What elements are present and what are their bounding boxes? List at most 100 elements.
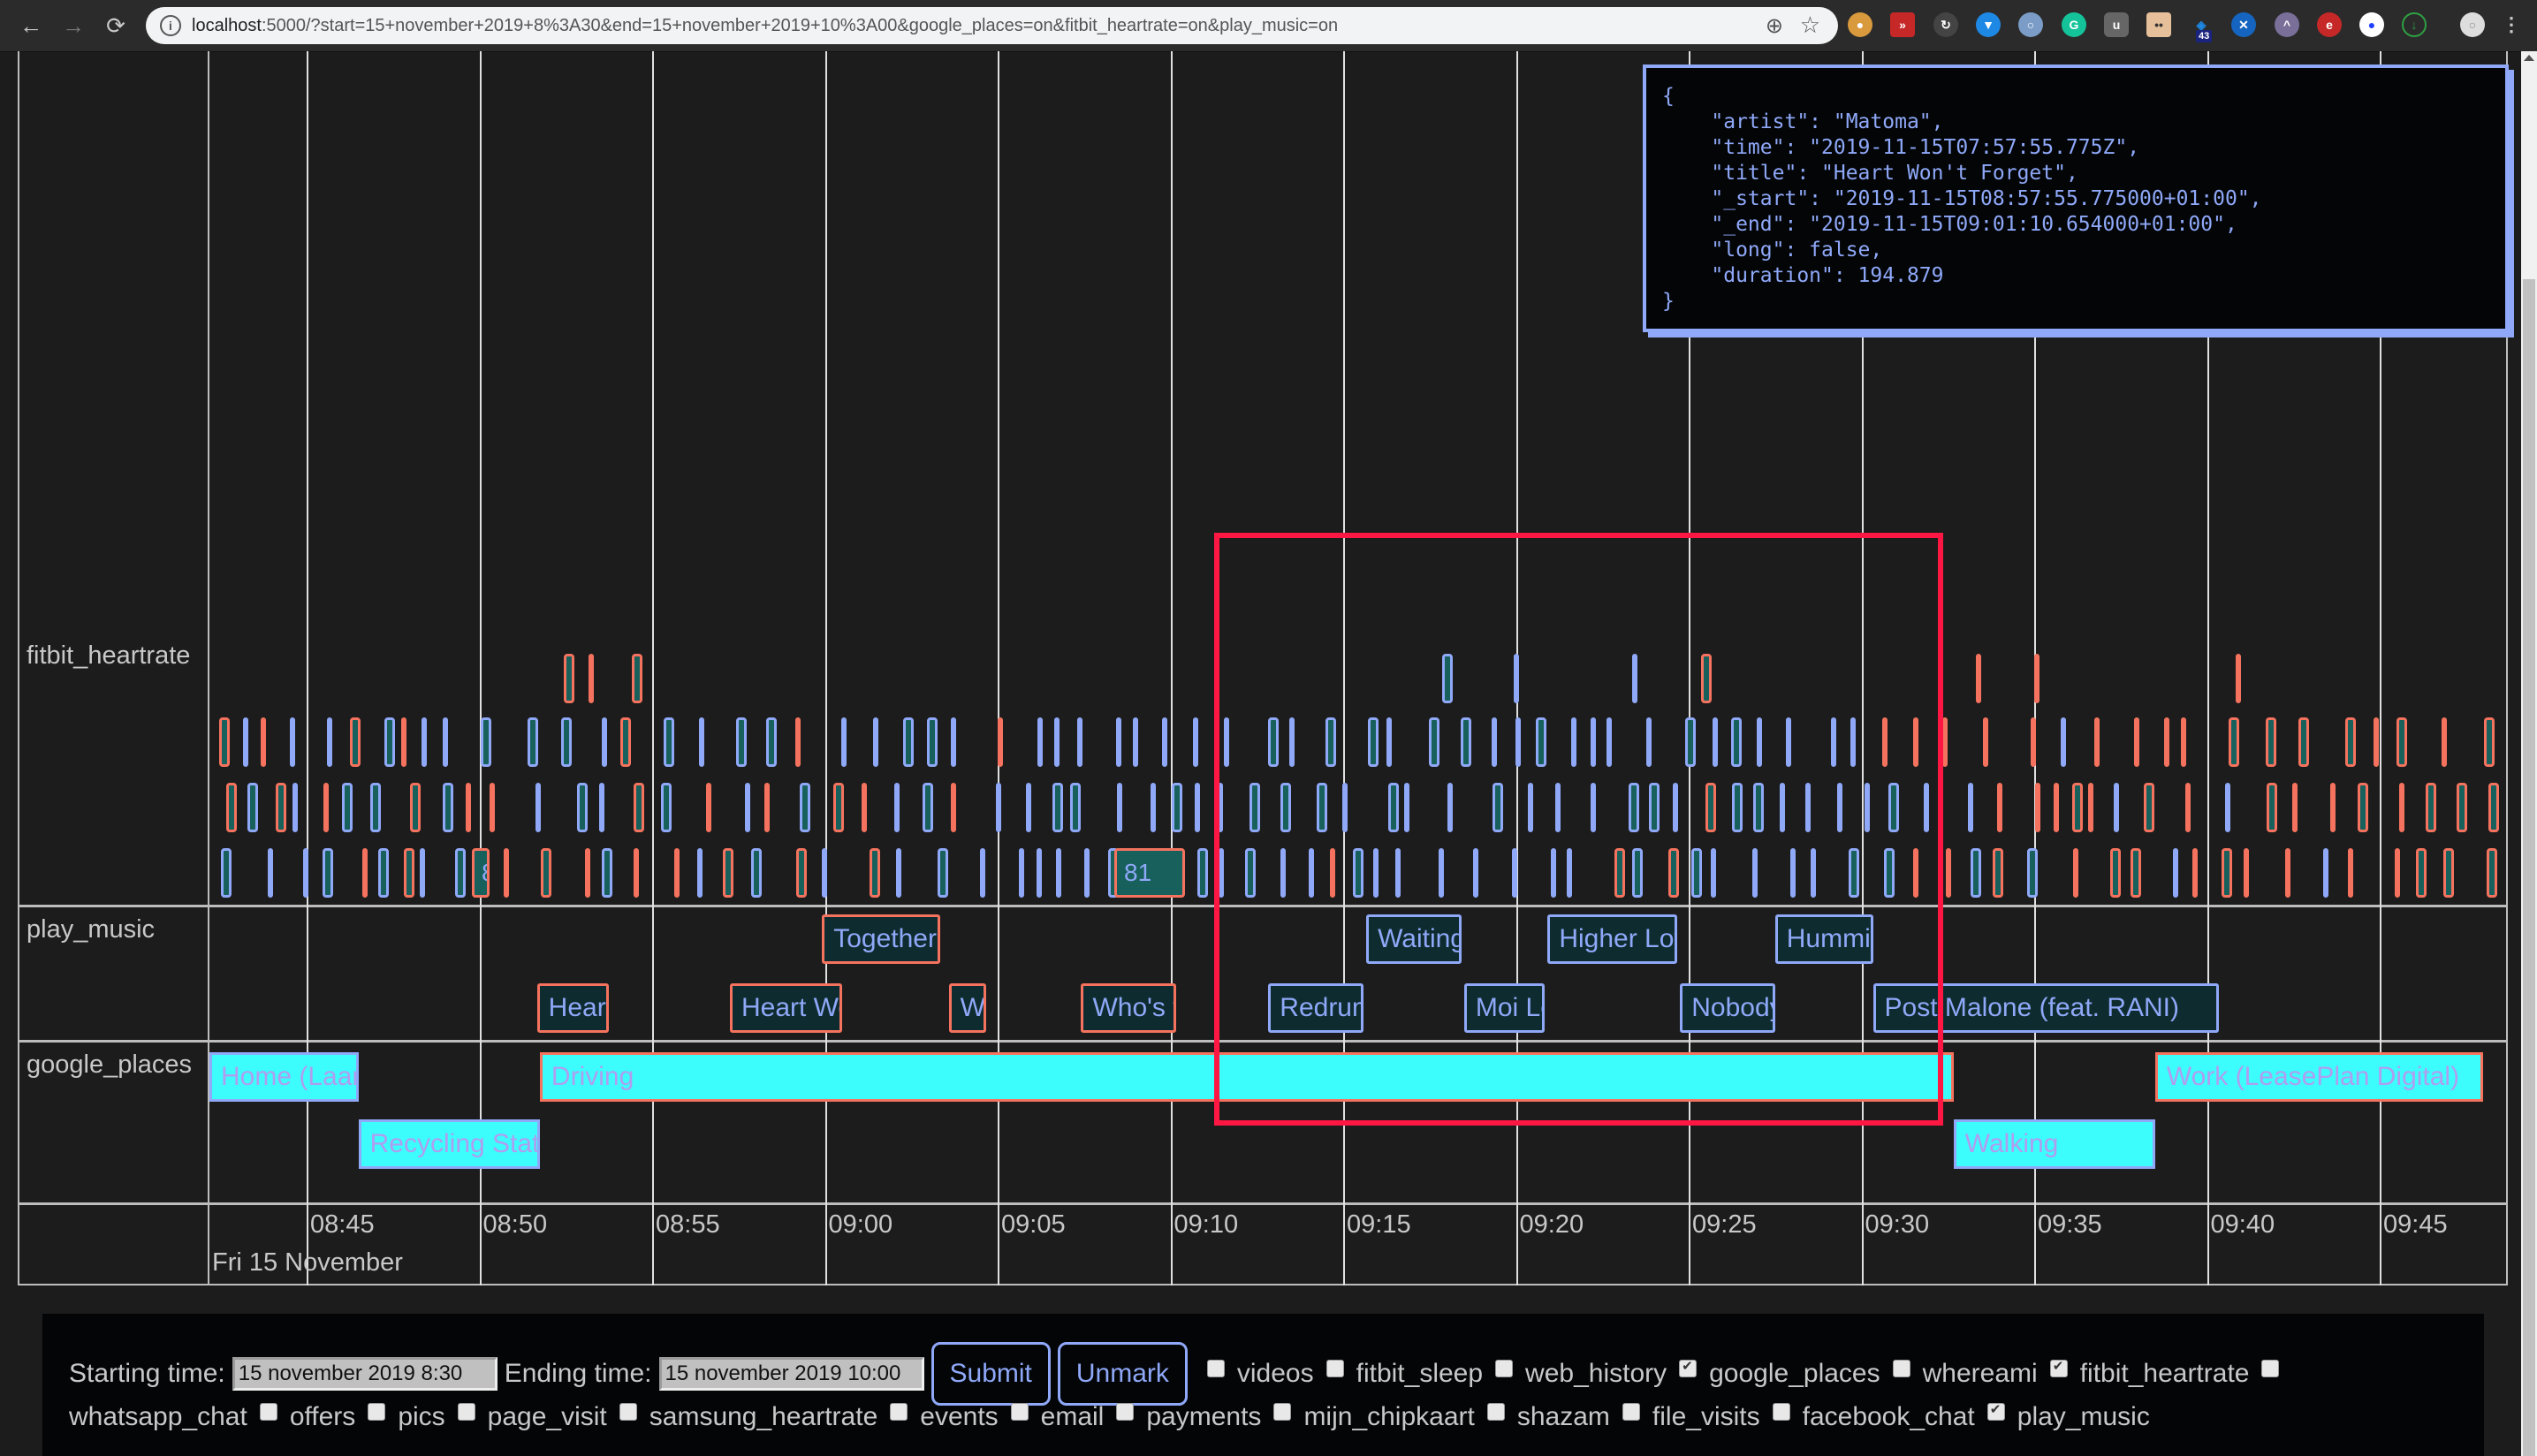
heartrate-mark[interactable] xyxy=(370,783,381,832)
heartrate-mark[interactable] xyxy=(536,783,541,832)
heartrate-mark[interactable] xyxy=(699,717,704,767)
heartrate-mark[interactable] xyxy=(422,717,427,767)
heartrate-mark[interactable] xyxy=(2134,717,2139,767)
heartrate-mark[interactable] xyxy=(1976,654,1981,703)
heartrate-mark[interactable] xyxy=(292,783,298,832)
heartrate-mark[interactable] xyxy=(2222,848,2232,898)
checkbox-fitbit_heartrate[interactable] xyxy=(2049,1358,2068,1377)
site-info-icon[interactable]: i xyxy=(160,15,181,36)
checkbox-email[interactable] xyxy=(1010,1403,1029,1421)
heartrate-mark[interactable] xyxy=(822,848,827,898)
heartrate-mark[interactable] xyxy=(2416,848,2427,898)
heartrate-mark[interactable] xyxy=(323,848,333,898)
heartrate-mark[interactable] xyxy=(2285,848,2290,898)
language-extension-icon[interactable]: e xyxy=(2317,12,2342,37)
heartrate-mark[interactable] xyxy=(261,717,266,767)
heartrate-mark[interactable] xyxy=(504,848,509,898)
heartrate-mark[interactable] xyxy=(800,783,810,832)
heartrate-mark[interactable] xyxy=(2396,717,2407,767)
heartrate-mark[interactable] xyxy=(443,717,448,767)
heartrate-mark[interactable] xyxy=(764,783,770,832)
heartrate-mark[interactable] xyxy=(1151,783,1156,832)
music-item[interactable]: Heart Wo xyxy=(729,983,843,1033)
checkbox-pics[interactable] xyxy=(368,1403,386,1421)
ending-time-input[interactable] xyxy=(658,1357,924,1391)
heartrate-mark[interactable] xyxy=(2457,783,2467,832)
unmark-button[interactable]: Unmark xyxy=(1057,1342,1188,1406)
heartrate-mark[interactable] xyxy=(894,783,900,832)
heartrate-mark[interactable] xyxy=(602,717,607,767)
place-item[interactable]: Home (Laan xyxy=(209,1052,359,1102)
heartrate-mark[interactable] xyxy=(1070,783,1081,832)
checkbox-page_visit[interactable] xyxy=(457,1403,475,1421)
url-text[interactable]: localhost:5000/?start=15+november+2019+8… xyxy=(192,16,1338,36)
heartrate-mark[interactable] xyxy=(1037,848,1042,898)
ring-extension-icon[interactable]: ○ xyxy=(2018,12,2043,37)
heartrate-mark[interactable] xyxy=(870,848,880,898)
heartrate-mark[interactable] xyxy=(1026,783,1031,832)
heartrate-mark[interactable] xyxy=(1172,783,1182,832)
heartrate-mark[interactable] xyxy=(1946,848,1951,898)
heartrate-mark[interactable] xyxy=(2144,783,2154,832)
bookmark-star-icon[interactable]: ☆ xyxy=(1800,11,1820,39)
heartrate-mark[interactable] xyxy=(736,717,747,767)
cat-extension-icon[interactable]: ^ xyxy=(2275,12,2299,37)
heartrate-mark[interactable] xyxy=(2348,848,2353,898)
heartrate-mark[interactable] xyxy=(751,848,762,898)
heartrate-mark[interactable] xyxy=(706,783,711,832)
checkbox-whereami[interactable] xyxy=(1892,1360,1910,1377)
heartrate-mark[interactable] xyxy=(2072,783,2083,832)
heartrate-mark[interactable] xyxy=(599,783,604,832)
heartrate-mark[interactable] xyxy=(2426,783,2436,832)
checkbox-events[interactable] xyxy=(890,1403,908,1421)
heartrate-mark[interactable] xyxy=(2110,848,2121,898)
heartrate-mark[interactable] xyxy=(998,717,1003,767)
forward-button[interactable]: → xyxy=(58,11,88,41)
heartrate-mark[interactable] xyxy=(841,717,847,767)
heartrate-mark[interactable] xyxy=(2358,783,2368,832)
cookie-extension-icon[interactable]: ● xyxy=(1848,12,1872,37)
heartrate-mark[interactable] xyxy=(2399,783,2404,832)
heartrate-mark[interactable] xyxy=(1056,848,1061,898)
heartrate-mark[interactable] xyxy=(226,783,237,832)
heartrate-mark[interactable] xyxy=(2330,783,2336,832)
heartrate-mark[interactable] xyxy=(303,848,308,898)
heartrate-mark[interactable] xyxy=(2031,717,2036,767)
checkbox-file_visits[interactable] xyxy=(1622,1403,1640,1421)
heartrate-mark[interactable] xyxy=(327,717,332,767)
heartrate-mark[interactable] xyxy=(378,848,389,898)
heartrate-mark[interactable] xyxy=(766,717,777,767)
checkbox-whatsapp_chat[interactable] xyxy=(2261,1360,2280,1377)
heartrate-mark[interactable] xyxy=(620,717,631,767)
heartrate-mark[interactable] xyxy=(410,783,421,832)
heartrate-mark[interactable] xyxy=(2035,783,2040,832)
checkbox-play_music[interactable] xyxy=(1986,1401,2005,1421)
sync-extension-icon[interactable]: ↻ xyxy=(1933,12,1958,37)
scroll-up-icon[interactable] xyxy=(2524,55,2534,61)
heartrate-mark[interactable] xyxy=(2192,848,2198,898)
heartrate-mark[interactable] xyxy=(634,783,644,832)
face-extension-icon[interactable]: •• xyxy=(2146,12,2171,37)
heartrate-mark[interactable] xyxy=(1084,848,1090,898)
heartrate-mark[interactable] xyxy=(2487,848,2497,898)
heartrate-mark[interactable] xyxy=(2164,717,2169,767)
checkbox-payments[interactable] xyxy=(1116,1403,1135,1421)
heartrate-mark[interactable] xyxy=(664,717,674,767)
checkbox-samsung_heartrate[interactable] xyxy=(619,1403,637,1421)
heartrate-mark[interactable] xyxy=(2323,848,2328,898)
checkbox-videos[interactable] xyxy=(1206,1360,1225,1377)
heartrate-mark[interactable] xyxy=(2131,848,2141,898)
heartrate-mark[interactable] xyxy=(903,717,914,767)
heartrate-mark[interactable] xyxy=(2395,848,2400,898)
heartrate-mark[interactable] xyxy=(342,783,353,832)
heartrate-mark[interactable] xyxy=(1197,848,1208,898)
heartrate-mark[interactable] xyxy=(697,848,703,898)
heartrate-mark[interactable] xyxy=(455,848,466,898)
heartrate-mark[interactable] xyxy=(268,848,273,898)
heartrate-mark[interactable] xyxy=(219,717,230,767)
heartrate-mark[interactable] xyxy=(1117,783,1122,832)
heartrate-mark[interactable] xyxy=(795,717,801,767)
checkbox-offers[interactable] xyxy=(259,1403,277,1421)
heartrate-mark[interactable] xyxy=(2185,783,2191,832)
heartrate-mark[interactable] xyxy=(661,783,672,832)
